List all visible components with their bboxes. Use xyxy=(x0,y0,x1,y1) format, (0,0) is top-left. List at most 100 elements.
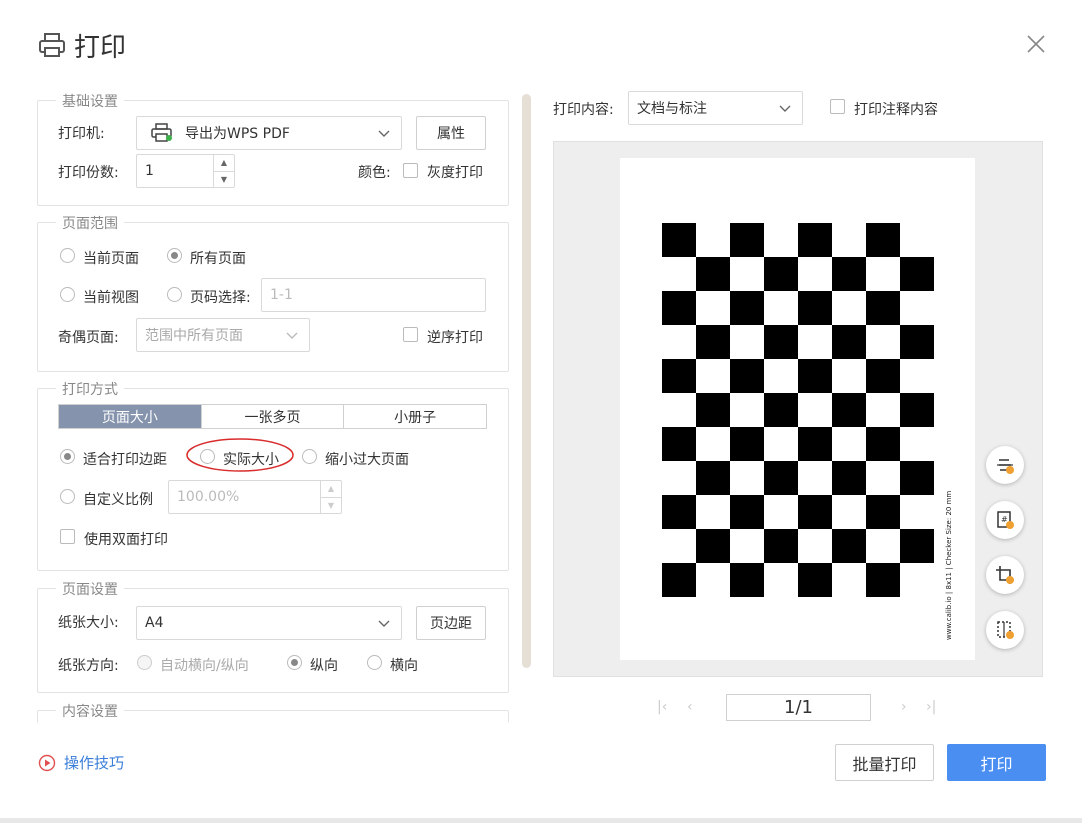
copies-label: 打印份数: xyxy=(58,165,119,181)
chevron-down-icon xyxy=(378,620,390,627)
duplex-checkbox[interactable] xyxy=(60,529,75,544)
checker-square xyxy=(730,359,764,393)
checker-square xyxy=(730,223,764,257)
copies-stepper[interactable]: 1 ▲ ▼ xyxy=(136,154,235,188)
decrement-icon[interactable]: ▼ xyxy=(321,498,341,514)
printer-label: 打印机: xyxy=(58,126,105,142)
checker-square xyxy=(900,461,934,495)
custom-scale-radio[interactable] xyxy=(60,489,75,504)
reverse-checkbox[interactable] xyxy=(403,327,418,342)
crop-tool-button[interactable] xyxy=(986,556,1024,594)
printer-value: 导出为WPS PDF xyxy=(185,126,290,142)
page-indicator[interactable]: 1/1 xyxy=(726,694,871,721)
checker-square xyxy=(832,325,866,359)
split-tool-button[interactable] xyxy=(986,611,1024,649)
tips-link[interactable]: 操作技巧 xyxy=(38,752,124,773)
checker-square xyxy=(696,325,730,359)
checker-square xyxy=(662,291,696,325)
strikethrough-tool-icon xyxy=(997,459,1014,474)
odd-even-select[interactable]: 范围中所有页面 xyxy=(136,318,310,352)
checker-square xyxy=(764,461,798,495)
checker-square xyxy=(832,461,866,495)
grayscale-checkbox[interactable] xyxy=(403,163,418,178)
checker-square xyxy=(866,223,900,257)
fit-tool-button[interactable] xyxy=(986,446,1024,484)
checker-square xyxy=(866,359,900,393)
current-page-radio[interactable] xyxy=(60,248,75,263)
current-view-label: 当前视图 xyxy=(83,290,139,306)
split-page-icon xyxy=(997,621,1014,639)
checker-square xyxy=(662,495,696,529)
print-annotations-checkbox[interactable] xyxy=(830,99,845,114)
batch-print-button[interactable]: 批量打印 xyxy=(835,744,934,781)
checker-square xyxy=(866,427,900,461)
checker-square xyxy=(798,291,832,325)
print-mode-legend: 打印方式 xyxy=(56,379,124,399)
print-content-label: 打印内容: xyxy=(553,102,614,118)
copies-value: 1 xyxy=(145,163,154,179)
margins-button[interactable]: 页边距 xyxy=(416,606,486,640)
print-content-select[interactable]: 文档与标注 xyxy=(628,91,803,125)
checker-square xyxy=(730,495,764,529)
paper-size-value: A4 xyxy=(145,615,164,631)
page-number-tool-button[interactable]: # xyxy=(986,501,1024,539)
tab-multi-page[interactable]: 一张多页 xyxy=(202,405,345,428)
annotation-ellipse xyxy=(186,438,294,472)
checker-square xyxy=(696,461,730,495)
copies-spin[interactable]: ▲ ▼ xyxy=(213,155,234,187)
checker-square xyxy=(798,223,832,257)
first-page-icon[interactable]: |‹ xyxy=(657,699,667,715)
checker-square xyxy=(696,529,730,563)
current-view-radio[interactable] xyxy=(60,287,75,302)
preview-page xyxy=(620,158,975,660)
print-content-value: 文档与标注 xyxy=(637,101,707,117)
shrink-large-radio[interactable] xyxy=(302,449,317,464)
play-circle-icon xyxy=(38,754,56,771)
paper-size-select[interactable]: A4 xyxy=(136,606,402,640)
settings-scrollbar[interactable] xyxy=(522,94,531,668)
checker-square xyxy=(730,427,764,461)
scale-stepper[interactable]: 100.00% ▲ ▼ xyxy=(168,480,342,514)
portrait-radio[interactable] xyxy=(287,655,302,670)
print-mode-tabs: 页面大小 一张多页 小册子 xyxy=(58,404,487,429)
checker-square xyxy=(798,359,832,393)
decrement-icon[interactable]: ▼ xyxy=(214,172,234,188)
all-pages-label: 所有页面 xyxy=(190,251,246,267)
page-select-label: 页码选择: xyxy=(190,290,251,306)
tab-booklet[interactable]: 小册子 xyxy=(344,405,486,428)
fit-margin-radio[interactable] xyxy=(60,449,75,464)
prev-page-icon[interactable]: ‹ xyxy=(687,699,693,715)
page-select-input[interactable]: 1-1 xyxy=(261,278,486,312)
increment-icon[interactable]: ▲ xyxy=(214,155,234,172)
auto-orientation-label: 自动横向/纵向 xyxy=(160,658,249,674)
all-pages-radio[interactable] xyxy=(167,248,182,263)
printer-icon xyxy=(39,33,65,57)
checker-square xyxy=(798,427,832,461)
duplex-label: 使用双面打印 xyxy=(84,532,168,548)
scale-spin[interactable]: ▲ ▼ xyxy=(320,481,341,513)
dialog-title-text: 打印 xyxy=(74,32,127,63)
checker-square xyxy=(900,257,934,291)
tab-page-size[interactable]: 页面大小 xyxy=(59,405,202,428)
odd-even-value: 范围中所有页面 xyxy=(145,328,243,344)
page-select-placeholder: 1-1 xyxy=(270,287,293,303)
checker-square xyxy=(696,393,730,427)
checker-square xyxy=(866,563,900,597)
checker-square xyxy=(866,495,900,529)
auto-orientation-radio[interactable] xyxy=(137,655,152,670)
next-page-icon[interactable]: › xyxy=(901,699,907,715)
page-side-text: www.calib.io | 8x11 | Checker Size: 20 m… xyxy=(945,490,953,640)
close-icon[interactable] xyxy=(1024,32,1048,56)
checker-square xyxy=(900,393,934,427)
page-setup-group: 页面设置 xyxy=(37,579,509,693)
checker-square xyxy=(832,393,866,427)
crop-icon xyxy=(996,566,1014,584)
properties-button[interactable]: 属性 xyxy=(416,116,486,150)
content-setup-legend: 内容设置 xyxy=(56,701,124,721)
page-select-radio[interactable] xyxy=(167,287,182,302)
printer-select[interactable]: 导出为WPS PDF xyxy=(136,116,402,150)
last-page-icon[interactable]: ›| xyxy=(926,699,936,715)
landscape-radio[interactable] xyxy=(367,655,382,670)
print-button[interactable]: 打印 xyxy=(947,744,1046,781)
increment-icon[interactable]: ▲ xyxy=(321,481,341,498)
